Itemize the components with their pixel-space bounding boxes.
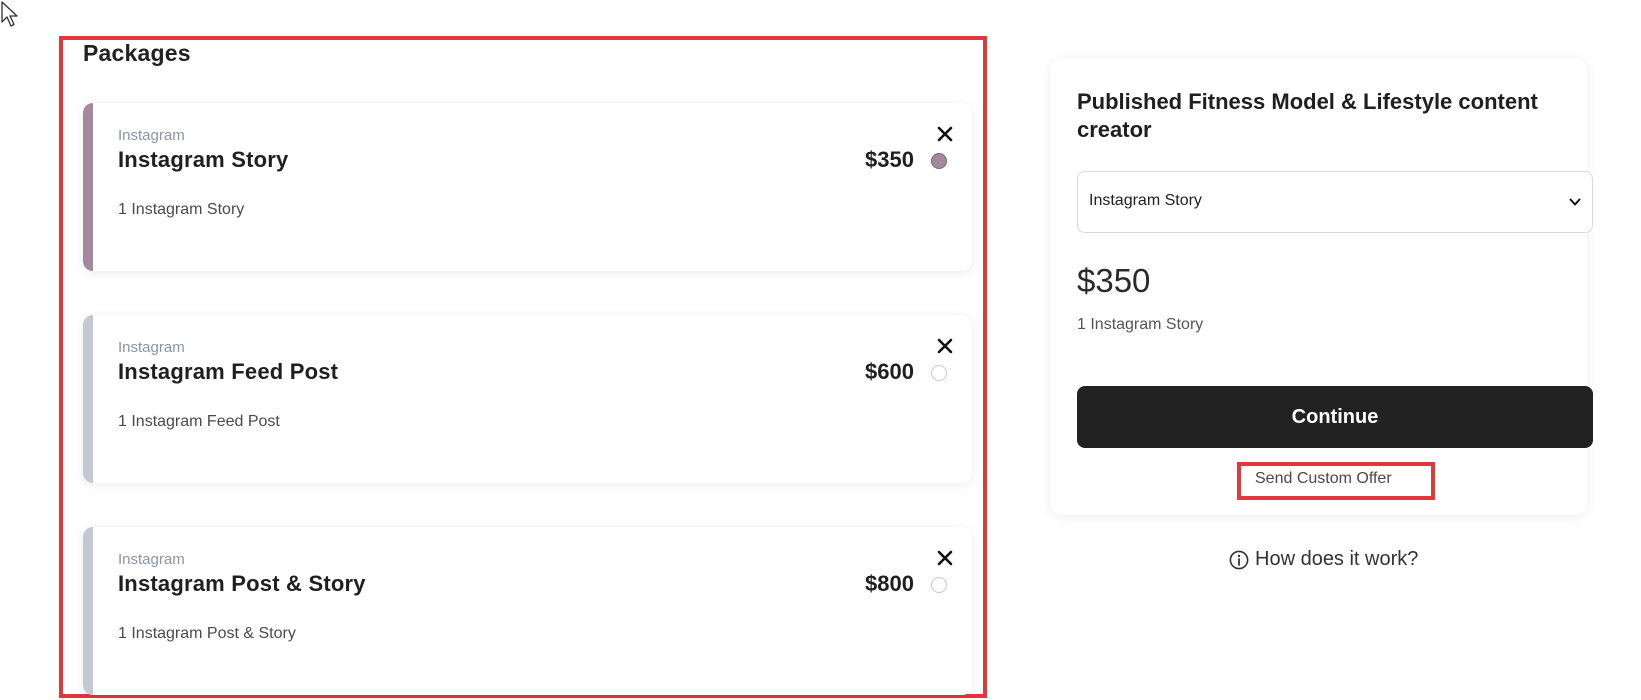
selected-package-description: 1 Instagram Story xyxy=(1077,316,1204,333)
package-platform: Instagram xyxy=(118,339,185,356)
selected-package-price: $350 xyxy=(1077,262,1151,299)
package-card-instagram-feed-post[interactable]: Instagram Instagram Feed Post $600 1 Ins… xyxy=(83,315,972,483)
creator-title: Published Fitness Model & Lifestyle cont… xyxy=(1077,89,1538,142)
package-platform: Instagram xyxy=(118,551,185,568)
package-radio[interactable] xyxy=(931,365,947,381)
package-select-value: Instagram Story xyxy=(1089,192,1202,209)
package-radio[interactable] xyxy=(931,153,947,169)
package-price: $800 xyxy=(865,571,914,596)
continue-button[interactable]: Continue xyxy=(1077,386,1593,448)
package-accent-bar xyxy=(83,103,93,271)
info-icon xyxy=(1229,550,1249,569)
chevron-down-icon xyxy=(1569,198,1581,206)
package-name: Instagram Post & Story xyxy=(118,571,366,596)
package-name: Instagram Feed Post xyxy=(118,359,339,384)
mouse-cursor-icon xyxy=(1,1,18,27)
package-accent-bar xyxy=(83,527,93,695)
close-icon[interactable] xyxy=(936,549,954,567)
packages-heading: Packages xyxy=(83,40,191,66)
package-price: $600 xyxy=(865,359,914,384)
order-summary-card: Published Fitness Model & Lifestyle cont… xyxy=(1050,58,1593,515)
package-price: $350 xyxy=(865,147,914,172)
package-accent-bar xyxy=(83,315,93,483)
close-icon[interactable] xyxy=(936,337,954,355)
how-it-works-label: How does it work? xyxy=(1255,548,1419,570)
package-name: Instagram Story xyxy=(118,147,289,172)
close-icon[interactable] xyxy=(936,125,954,143)
package-description: 1 Instagram Story xyxy=(118,201,245,218)
package-card-instagram-story[interactable]: Instagram Instagram Story $350 1 Instagr… xyxy=(83,103,972,271)
how-it-works-link[interactable]: How does it work? xyxy=(1229,548,1418,571)
send-custom-offer-link[interactable]: Send Custom Offer xyxy=(1255,470,1392,488)
package-select[interactable]: Instagram Story xyxy=(1077,171,1593,233)
package-card-instagram-post-story[interactable]: Instagram Instagram Post & Story $800 1 … xyxy=(83,527,972,695)
package-platform: Instagram xyxy=(118,127,185,144)
package-description: 1 Instagram Feed Post xyxy=(118,413,280,430)
package-description: 1 Instagram Post & Story xyxy=(118,625,296,642)
package-radio[interactable] xyxy=(931,577,947,593)
